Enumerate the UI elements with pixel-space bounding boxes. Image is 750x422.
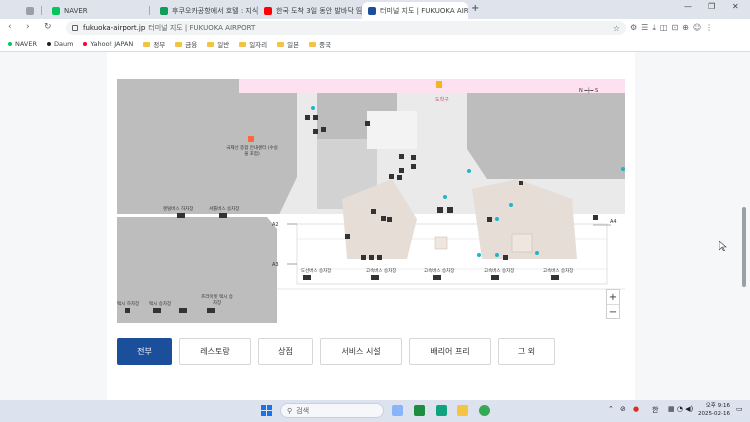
tray-alert-icon[interactable]: ● [633, 405, 639, 413]
info-desk-marker [248, 136, 254, 142]
windows-taskbar: ⚲ 검색 ⌃ ⊘ ● 한 ▦ ◔ ◀) 오후 9:16 2025-02-16 ▭ [0, 400, 750, 422]
arrival-area [239, 79, 625, 93]
folder-icon [277, 41, 285, 47]
daum-dot-icon [46, 42, 51, 46]
folder-icon [207, 41, 215, 47]
bookmark-star-icon[interactable]: ☆ [613, 24, 620, 33]
taskbar-search-input[interactable]: ⚲ 검색 [280, 403, 384, 418]
filter-barrier-free-button[interactable]: 배리어 프리 [409, 338, 491, 365]
tray-app-icon[interactable]: ⊘ [620, 405, 626, 413]
filter-all-button[interactable]: 전부 [117, 338, 172, 365]
notification-icon[interactable]: ▭ [736, 405, 743, 413]
bookmark-folder-china[interactable]: 중국 [309, 39, 331, 49]
site-info-icon[interactable] [72, 25, 78, 31]
tab-naver[interactable]: NAVER [46, 2, 150, 19]
jisik-favicon-icon [160, 6, 168, 15]
tray-network-icons[interactable]: ▦ ◔ ◀) [668, 405, 693, 413]
new-tab-button[interactable]: + [471, 3, 479, 14]
taxi-ride-label: 택시 승차장 [149, 302, 172, 307]
bookmark-daum[interactable]: Daum [46, 40, 73, 48]
url-host: fukuoka-airport.jp [83, 24, 146, 32]
map-zoom-control: + − [606, 289, 620, 319]
taskbar-explorer-icon[interactable] [457, 405, 468, 416]
shuttle-bus-label: 셔틀버스 승차장 [209, 207, 240, 212]
filter-service-button[interactable]: 서비스 시설 [320, 338, 402, 365]
private-taxi-label: 프라이빗 택시 승차장 [201, 295, 233, 306]
toolbar-extension-icons[interactable]: ⚙☰⤓◫⊡⊕☺⋮ [630, 23, 717, 33]
maximize-button[interactable]: ❐ [708, 2, 715, 11]
zoom-in-button[interactable]: + [607, 290, 619, 304]
folder-icon [175, 41, 183, 47]
yahoo-dot-icon [83, 42, 88, 46]
url-title: 터미널 지도 | FUKUOKA AIRPORT [148, 24, 256, 32]
browser-toolbar: ‹ › ↻ fukuoka-airport.jp 터미널 지도 | FUKUOK… [0, 19, 750, 37]
taskbar-widgets-icon[interactable] [392, 405, 403, 416]
parking-block [117, 217, 277, 323]
right-building-block [467, 93, 625, 179]
gate-a4-label: A4 [610, 219, 617, 225]
filter-shop-button[interactable]: 상점 [258, 338, 313, 365]
tab-fukuoka-map[interactable]: 터미널 지도 | FUKUOKA AIRP ✕ [362, 2, 468, 19]
bookmarks-bar: NAVER Daum Yahoo! JAPAN 정부 금융 일반 일자리 일본 … [0, 37, 750, 52]
browser-tab-strip: NAVER 후쿠오카공항에서 호텔 : 지식 한국 도착 3일 동안 발바닥 땀… [0, 0, 750, 19]
naver-favicon-icon [52, 6, 60, 15]
tab-jisik[interactable]: 후쿠오카공항에서 호텔 : 지식 [154, 2, 258, 19]
terminal-map[interactable]: 도착구 N ━┼━ S 국제선 종합 안내센터 (수실물 포함) A2 A3 A… [117, 79, 625, 323]
arrival-gate-label: 도착구 [435, 97, 449, 103]
express-bus-label-2: 고속버스 승차장 [424, 269, 455, 274]
naver-dot-icon [8, 42, 12, 46]
bookmark-yahoo[interactable]: Yahoo! JAPAN [83, 40, 133, 48]
back-button[interactable]: ‹ [8, 22, 12, 32]
express-bus-label-3: 고속버스 승차장 [484, 269, 515, 274]
bookmark-folder-finance[interactable]: 금융 [175, 39, 197, 49]
taskbar-chrome-icon[interactable] [479, 405, 490, 416]
search-icon: ⚲ [287, 406, 293, 415]
gate-a2-label: A2 [272, 222, 279, 228]
windows-start-icon[interactable] [261, 405, 272, 416]
filter-restaurant-button[interactable]: 레스토랑 [179, 338, 251, 365]
zoom-out-button[interactable]: − [607, 305, 619, 319]
close-window-button[interactable]: ✕ [732, 2, 739, 11]
folder-icon [143, 41, 151, 47]
reload-button[interactable]: ↻ [44, 22, 52, 32]
tab-menu-icon[interactable] [20, 2, 42, 19]
forward-button[interactable]: › [26, 22, 30, 32]
rental-bus-label: 렌털버스 하차장 [163, 207, 194, 212]
taskbar-excel-icon[interactable] [414, 405, 425, 416]
express-bus-label-1: 고속버스 승차장 [366, 269, 397, 274]
web-page: 도착구 N ━┼━ S 국제선 종합 안내센터 (수실물 포함) A2 A3 A… [0, 52, 750, 400]
taskbar-clock[interactable]: 오후 9:16 2025-02-16 [698, 402, 730, 418]
tab-youtube[interactable]: 한국 도착 3일 동안 발바닥 땀 [258, 2, 362, 19]
bookmark-folder-general[interactable]: 일반 [207, 39, 229, 49]
filter-other-button[interactable]: 그 외 [498, 338, 555, 365]
bookmark-folder-japan[interactable]: 일본 [277, 39, 299, 49]
folder-icon [309, 41, 317, 47]
info-desk-label: 국제선 종합 안내센터 (수실물 포함) [226, 146, 278, 157]
taskbar-app-icon[interactable] [436, 405, 447, 416]
ime-indicator[interactable]: 한 [652, 405, 658, 415]
folder-icon [239, 41, 247, 47]
bookmark-naver[interactable]: NAVER [8, 40, 37, 48]
youtube-favicon-icon [264, 6, 272, 15]
gate-a3-label: A3 [272, 262, 279, 268]
express-bus-label-4: 고속버스 승차장 [543, 269, 574, 274]
minimize-button[interactable]: — [684, 2, 692, 11]
terminal-map-drawing [117, 79, 625, 323]
address-bar[interactable]: fukuoka-airport.jp 터미널 지도 | FUKUOKA AIRP… [66, 21, 626, 35]
mouse-cursor-icon [719, 241, 727, 251]
taxi-drop-label: 택시 하차장 [117, 302, 140, 307]
tray-chevron-icon[interactable]: ⌃ [608, 405, 614, 413]
bookmark-folder-jobs[interactable]: 일자리 [239, 39, 267, 49]
page-scrollbar[interactable] [742, 207, 746, 287]
bookmark-folder-gov[interactable]: 정부 [143, 39, 165, 49]
fukuoka-favicon-icon [368, 6, 376, 15]
domestic-bus-label: 도선버스 승차장 [301, 269, 332, 274]
compass-indicator: N ━┼━ S [579, 88, 599, 94]
